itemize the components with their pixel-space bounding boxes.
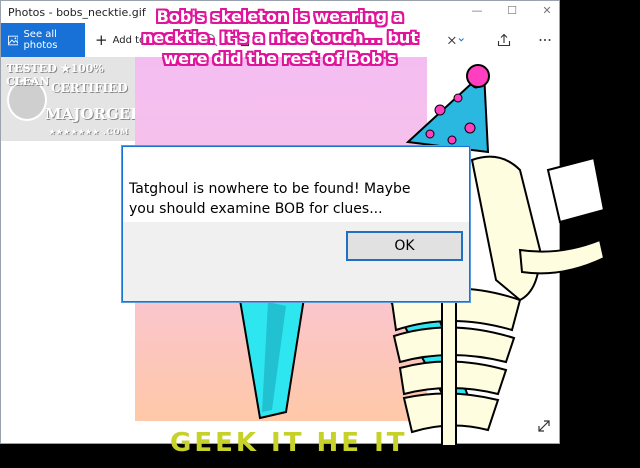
artwork-caption: Bob's skeleton is wearing a necktie. It'… <box>142 7 418 68</box>
held-paper <box>546 156 606 224</box>
artwork-bottom-text: GEEK IT HE IT <box>170 428 408 458</box>
expand-icon[interactable] <box>537 418 551 437</box>
dialog-message-area: Tatghoul is nowhere to be found! Maybe y… <box>123 147 469 222</box>
hat-pompom <box>466 64 490 88</box>
dialog-message: Tatghoul is nowhere to be found! Maybe y… <box>129 181 411 217</box>
message-dialog: Tatghoul is nowhere to be found! Maybe y… <box>122 146 470 302</box>
ok-button[interactable]: OK <box>346 231 463 261</box>
